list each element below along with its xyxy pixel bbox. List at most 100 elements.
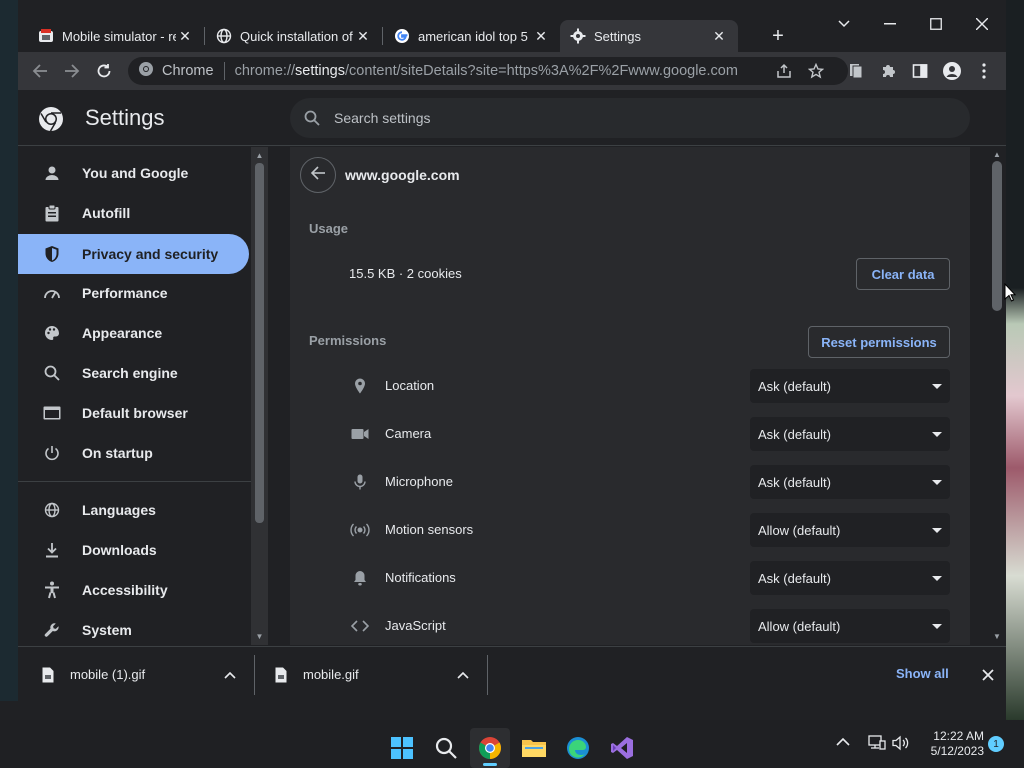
clear-data-button[interactable]: Clear data bbox=[856, 258, 950, 290]
side-panel-icon[interactable] bbox=[908, 59, 932, 83]
close-icon[interactable]: ✕ bbox=[710, 27, 728, 45]
chevron-up-icon[interactable] bbox=[836, 734, 850, 752]
file-explorer-icon[interactable] bbox=[514, 728, 554, 768]
new-tab-button[interactable]: + bbox=[766, 24, 790, 48]
sidebar-item-search-engine[interactable]: Search engine bbox=[18, 353, 249, 393]
sidebar-scrollbar[interactable]: ▲ ▼ bbox=[251, 147, 268, 645]
site-details-card: www.google.com Usage 15.5 KB · 2 cookies… bbox=[290, 147, 970, 645]
tab-settings[interactable]: Settings ✕ bbox=[560, 20, 738, 52]
windows-start-icon[interactable] bbox=[382, 728, 422, 768]
scroll-down-arrow-icon[interactable]: ▼ bbox=[992, 632, 1002, 641]
forward-arrow-icon[interactable] bbox=[60, 59, 84, 83]
sidebar-item-label: Search engine bbox=[82, 365, 178, 381]
shield-icon bbox=[42, 244, 62, 264]
close-icon[interactable] bbox=[978, 665, 998, 685]
dropdown-caret-icon bbox=[932, 528, 942, 533]
reading-list-icon[interactable] bbox=[844, 59, 868, 83]
permission-label: Motion sensors bbox=[385, 522, 474, 537]
volume-icon[interactable] bbox=[892, 735, 910, 756]
download-item[interactable]: mobile.gif bbox=[273, 647, 473, 702]
sidebar-item-autofill[interactable]: Autofill bbox=[18, 193, 249, 233]
sidebar-item-default-browser[interactable]: Default browser bbox=[18, 393, 249, 433]
sidebar-scrollbar-thumb[interactable] bbox=[255, 163, 264, 523]
close-icon[interactable]: ✕ bbox=[354, 27, 372, 45]
url-text: chrome://settings/content/siteDetails?si… bbox=[234, 63, 738, 79]
globe-icon bbox=[216, 28, 232, 44]
scroll-up-arrow-icon[interactable]: ▲ bbox=[992, 150, 1002, 159]
network-icon[interactable] bbox=[868, 735, 886, 756]
chrome-icon[interactable] bbox=[470, 728, 510, 768]
visual-studio-icon[interactable] bbox=[602, 728, 642, 768]
scroll-up-arrow-icon[interactable]: ▲ bbox=[255, 151, 264, 160]
show-all-downloads-link[interactable]: Show all bbox=[896, 666, 949, 681]
close-icon[interactable]: ✕ bbox=[532, 27, 550, 45]
clipboard-icon bbox=[42, 203, 62, 223]
mouse-cursor-icon bbox=[1004, 282, 1017, 303]
camera-permission-select[interactable]: Ask (default) bbox=[750, 417, 950, 451]
sidebar-item-you-and-google[interactable]: You and Google bbox=[18, 153, 249, 193]
gear-icon bbox=[570, 28, 586, 44]
bookmark-star-icon[interactable] bbox=[804, 59, 828, 83]
notification-badge[interactable]: 1 bbox=[988, 736, 1004, 752]
sidebar-item-appearance[interactable]: Appearance bbox=[18, 313, 249, 353]
kebab-menu-icon[interactable] bbox=[972, 59, 996, 83]
extensions-puzzle-icon[interactable] bbox=[876, 59, 900, 83]
address-bar[interactable]: Chrome chrome://settings/content/siteDet… bbox=[128, 57, 848, 85]
usage-value: 15.5 KB · 2 cookies bbox=[349, 266, 462, 281]
sidebar-item-on-startup[interactable]: On startup bbox=[18, 433, 249, 473]
select-value: Ask (default) bbox=[758, 379, 831, 394]
sidebar-item-downloads[interactable]: Downloads bbox=[18, 530, 249, 570]
microphone-permission-select[interactable]: Ask (default) bbox=[750, 465, 950, 499]
minimize-icon[interactable] bbox=[878, 12, 902, 36]
tab-american-idol[interactable]: american idol top 5 2 ✕ bbox=[384, 20, 560, 52]
notifications-permission-select[interactable]: Ask (default) bbox=[750, 561, 950, 595]
microphone-icon bbox=[350, 472, 370, 492]
sidebar-item-label: You and Google bbox=[82, 165, 189, 181]
search-icon[interactable] bbox=[426, 728, 466, 768]
permission-label: Notifications bbox=[385, 570, 456, 585]
sidebar-item-label: On startup bbox=[82, 445, 153, 461]
windows-taskbar: 12:22 AM 5/12/2023 bbox=[0, 720, 1024, 768]
maximize-icon[interactable] bbox=[924, 12, 948, 36]
profile-avatar-icon[interactable] bbox=[940, 59, 964, 83]
reset-permissions-button[interactable]: Reset permissions bbox=[808, 326, 950, 358]
tab-mobile-simulator[interactable]: Mobile simulator - re ✕ bbox=[28, 20, 204, 52]
system-clock[interactable]: 12:22 AM 5/12/2023 bbox=[920, 729, 984, 759]
reload-icon[interactable] bbox=[92, 59, 116, 83]
usage-heading: Usage bbox=[309, 221, 349, 236]
chevron-up-icon[interactable] bbox=[224, 666, 236, 684]
sidebar-item-label: Performance bbox=[82, 285, 168, 301]
select-value: Allow (default) bbox=[758, 619, 841, 634]
close-icon[interactable]: ✕ bbox=[176, 27, 194, 45]
location-permission-select[interactable]: Ask (default) bbox=[750, 369, 950, 403]
main-scrollbar[interactable]: ▲ ▼ bbox=[988, 147, 1006, 645]
edge-icon[interactable] bbox=[558, 728, 598, 768]
motion-sensors-permission-select[interactable]: Allow (default) bbox=[750, 513, 950, 547]
window-close-icon[interactable] bbox=[970, 12, 994, 36]
active-app-indicator bbox=[483, 763, 497, 766]
sidebar-item-languages[interactable]: Languages bbox=[18, 490, 249, 530]
tab-quick-installation[interactable]: Quick installation of ✕ bbox=[206, 20, 382, 52]
javascript-permission-select[interactable]: Allow (default) bbox=[750, 609, 950, 643]
site-info-chip[interactable]: Chrome bbox=[138, 61, 214, 81]
tab-search-chevron-icon[interactable] bbox=[832, 12, 856, 36]
main-scrollbar-thumb[interactable] bbox=[992, 161, 1002, 311]
file-icon bbox=[40, 666, 56, 684]
sidebar-item-accessibility[interactable]: Accessibility bbox=[18, 570, 249, 610]
download-item[interactable]: mobile (1).gif bbox=[40, 647, 240, 702]
sidebar-item-privacy-and-security[interactable]: Privacy and security bbox=[18, 234, 249, 274]
select-value: Ask (default) bbox=[758, 475, 831, 490]
chip-label: Chrome bbox=[162, 63, 214, 79]
desktop-wallpaper bbox=[1006, 0, 1024, 720]
sidebar-item-system[interactable]: System bbox=[18, 610, 249, 645]
dropdown-caret-icon bbox=[932, 480, 942, 485]
chevron-up-icon[interactable] bbox=[457, 666, 469, 684]
dropdown-caret-icon bbox=[932, 624, 942, 629]
settings-search-box[interactable] bbox=[290, 98, 970, 138]
sidebar-item-performance[interactable]: Performance bbox=[18, 273, 249, 313]
back-button[interactable] bbox=[300, 157, 336, 193]
search-input[interactable] bbox=[334, 110, 934, 126]
scroll-down-arrow-icon[interactable]: ▼ bbox=[255, 632, 264, 641]
back-arrow-icon[interactable] bbox=[28, 59, 52, 83]
share-icon[interactable] bbox=[772, 59, 796, 83]
